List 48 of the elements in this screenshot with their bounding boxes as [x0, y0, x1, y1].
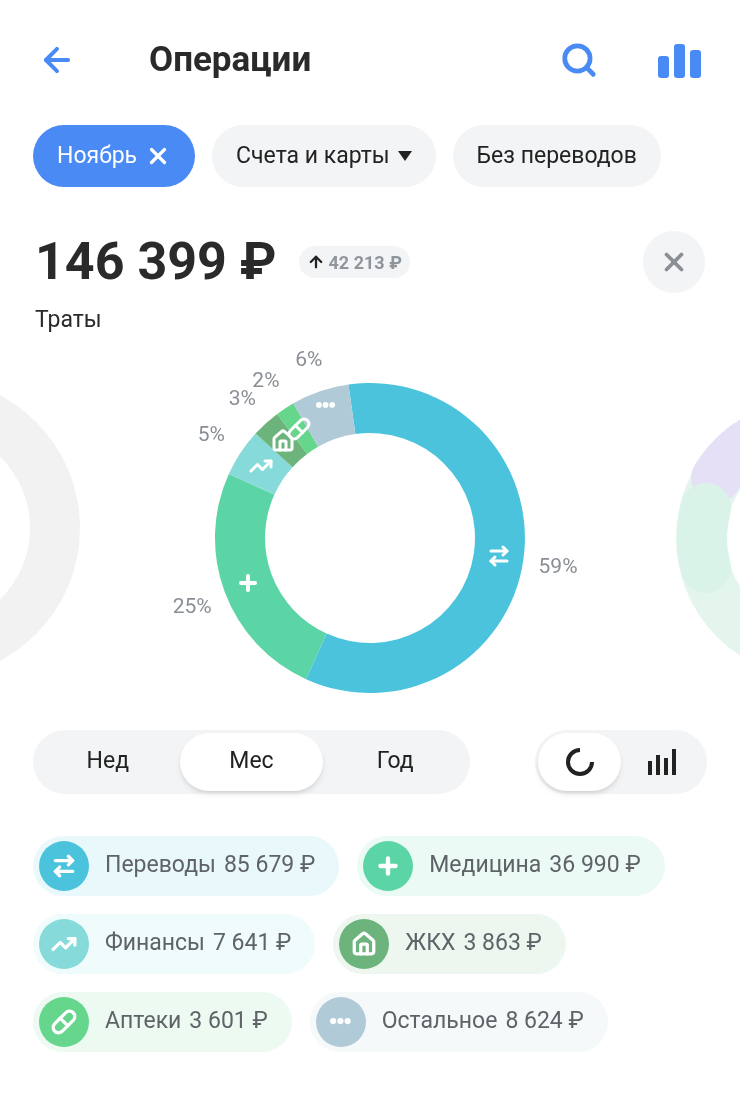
pill-icon: [51, 1008, 77, 1035]
percent-label: 59%: [538, 553, 578, 578]
category-chip[interactable]: ЖКХ 3 863 ₽: [333, 913, 566, 974]
category-chip[interactable]: Переводы 85 679 ₽: [33, 835, 340, 896]
category-chip[interactable]: Остальное 8 624 ₽: [309, 991, 608, 1052]
search-button[interactable]: [560, 41, 598, 79]
percent-label: 6%: [295, 346, 323, 371]
change-amount: 42 213 ₽: [328, 250, 402, 275]
category-chip[interactable]: Медицина 36 990 ₽: [357, 835, 665, 896]
category-chip[interactable]: Финансы 7 641 ₽: [33, 913, 316, 974]
period-tab[interactable]: Год: [323, 732, 467, 791]
category-label: Переводы: [105, 850, 216, 881]
period-tab[interactable]: Мес: [179, 732, 324, 791]
category-label: Аптеки: [105, 1006, 182, 1037]
filter-chip[interactable]: Счета и карты: [212, 125, 436, 187]
filter-chip[interactable]: Ноябрь: [33, 125, 196, 187]
pill-icon: [286, 416, 311, 441]
category-label: ЖКХ: [405, 928, 456, 959]
house-icon: [270, 429, 295, 454]
stats-button[interactable]: [658, 42, 702, 78]
percent-label: 2%: [252, 367, 280, 392]
category-amount: 3 601 ₽: [189, 1006, 268, 1037]
search-icon: [560, 41, 598, 79]
period-tab[interactable]: Нед: [36, 732, 180, 791]
house-icon: [351, 930, 378, 957]
category-amount: 7 641 ₽: [212, 928, 292, 959]
category-label: Финансы: [105, 928, 205, 959]
category-amount: 85 679 ₽: [223, 850, 316, 881]
category-amount: 3 863 ₽: [463, 928, 542, 959]
category-label: Медицина: [429, 850, 542, 881]
dots-icon: [316, 402, 336, 409]
caption: Траты: [34, 305, 103, 335]
arrows-icon: [51, 852, 77, 879]
category-label: Остальное: [381, 1006, 498, 1037]
page-title: Операции: [149, 37, 312, 82]
category-amount: 36 990 ₽: [549, 850, 641, 881]
caret-icon: [397, 151, 412, 161]
percent-label: 25%: [172, 593, 212, 618]
view-tab[interactable]: [538, 732, 621, 791]
dots-icon: [330, 1018, 352, 1025]
bar-chart-icon: [647, 748, 678, 775]
total-amount: 146 399 ₽: [35, 236, 277, 288]
percent-label: 5%: [197, 421, 225, 446]
donut-icon: [564, 746, 595, 777]
bar-chart-icon: [658, 42, 702, 78]
filter-chip[interactable]: Без переводов: [452, 125, 661, 187]
category-chip[interactable]: Аптеки 3 601 ₽: [33, 991, 292, 1052]
category-amount: 8 624 ₽: [505, 1006, 584, 1037]
